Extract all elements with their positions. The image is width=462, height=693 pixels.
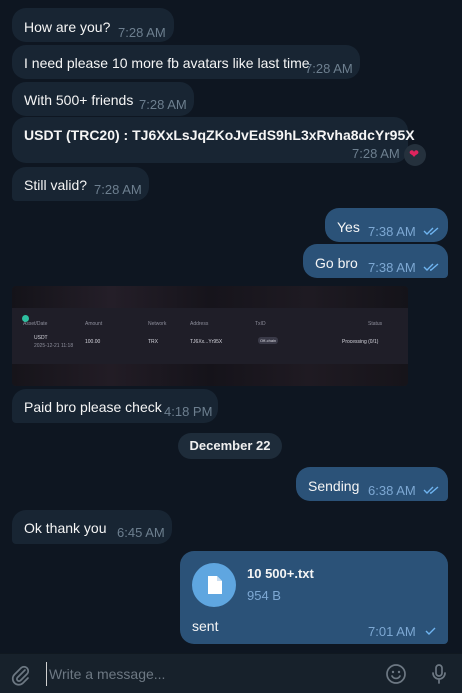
asset-cell: USDT	[34, 335, 48, 341]
col-header: TxID	[255, 321, 266, 327]
amount-cell: 100.00	[85, 339, 101, 345]
date-separator: December 22	[178, 433, 282, 459]
message-outgoing[interactable]: Yes 7:38 AM	[325, 208, 448, 242]
message-outgoing[interactable]: Go bro 7:38 AM	[303, 244, 448, 278]
file-icon[interactable]	[192, 563, 236, 607]
message-time: 4:18 PM	[164, 404, 213, 419]
message-time: 7:38 AM	[368, 260, 416, 275]
message-incoming[interactable]: With 500+ friends 7:28 AM	[12, 82, 194, 116]
double-check-icon	[423, 263, 439, 271]
col-header: Asset/Date	[23, 321, 48, 327]
message-text: Sending	[308, 478, 360, 494]
heart-reaction-icon[interactable]: ❤	[404, 144, 426, 166]
message-time: 7:01 AM	[368, 624, 416, 639]
file-size: 954 B	[247, 588, 281, 603]
message-input[interactable]	[46, 662, 366, 686]
double-check-icon	[423, 227, 439, 235]
message-text: Still valid?	[24, 177, 88, 193]
message-incoming[interactable]: How are you? 7:28 AM	[12, 8, 174, 42]
date-cell: 2025-12-21 11:18	[34, 343, 74, 349]
double-check-icon	[423, 486, 439, 494]
document-glyph	[208, 576, 222, 594]
transaction-table-image: Asset/Date Amount Network Address TxID S…	[12, 308, 408, 364]
message-text: How are you?	[24, 19, 111, 35]
txid-cell: Off-chain	[260, 338, 277, 343]
message-text: Yes	[337, 219, 360, 235]
message-text: Paid bro please check	[24, 399, 162, 415]
message-composer	[0, 653, 462, 693]
message-time: 7:28 AM	[139, 97, 187, 112]
message-text: USDT (TRC20) : TJ6XxLsJqZKoJvEdS9hL3xRvh…	[24, 127, 415, 143]
col-header: Network	[148, 321, 167, 327]
address-cell: TJ6Xx...Yr95X	[190, 339, 223, 345]
microphone-icon[interactable]	[427, 662, 451, 686]
message-time: 7:38 AM	[368, 224, 416, 239]
message-text: I need please 10 more fb avatars like la…	[24, 55, 310, 71]
check-icon	[425, 627, 436, 635]
message-time: 6:45 AM	[117, 525, 165, 540]
message-text: With 500+ friends	[24, 92, 134, 108]
message-outgoing[interactable]: Sending 6:38 AM	[296, 467, 448, 501]
message-time: 7:28 AM	[118, 25, 166, 40]
message-incoming[interactable]: Ok thank you 6:45 AM	[12, 510, 172, 544]
usdt-coin-icon	[22, 315, 29, 322]
message-text: Ok thank you	[24, 520, 107, 536]
message-incoming[interactable]: Paid bro please check 4:18 PM	[12, 389, 218, 423]
message-time: 7:28 AM	[352, 146, 400, 161]
col-header: Address	[190, 321, 209, 327]
network-cell: TRX	[148, 339, 158, 345]
col-header: Status	[368, 321, 383, 327]
emoji-icon[interactable]	[384, 662, 408, 686]
message-incoming[interactable]: I need please 10 more fb avatars like la…	[12, 45, 360, 79]
file-caption: sent	[192, 618, 219, 634]
file-name[interactable]: 10 500+.txt	[247, 565, 314, 583]
file-message[interactable]: 10 500+.txt 954 B sent 7:01 AM	[180, 551, 448, 644]
image-footer-band	[12, 364, 408, 386]
message-incoming[interactable]: Still valid? 7:28 AM	[12, 167, 149, 201]
message-time: 6:38 AM	[368, 483, 416, 498]
status-cell: Processing (0/1)	[342, 339, 379, 345]
chat-history[interactable]: How are you? 7:28 AM I need please 10 mo…	[0, 0, 462, 653]
message-text: Go bro	[315, 255, 358, 271]
attach-icon[interactable]	[8, 662, 32, 686]
image-message[interactable]: Asset/Date Amount Network Address TxID S…	[12, 286, 408, 386]
message-time: 7:28 AM	[305, 61, 353, 76]
message-incoming[interactable]: USDT (TRC20) : TJ6XxLsJqZKoJvEdS9hL3xRvh…	[12, 117, 415, 163]
col-header: Amount	[85, 321, 103, 327]
message-time: 7:28 AM	[94, 182, 142, 197]
image-header-band	[12, 286, 408, 308]
